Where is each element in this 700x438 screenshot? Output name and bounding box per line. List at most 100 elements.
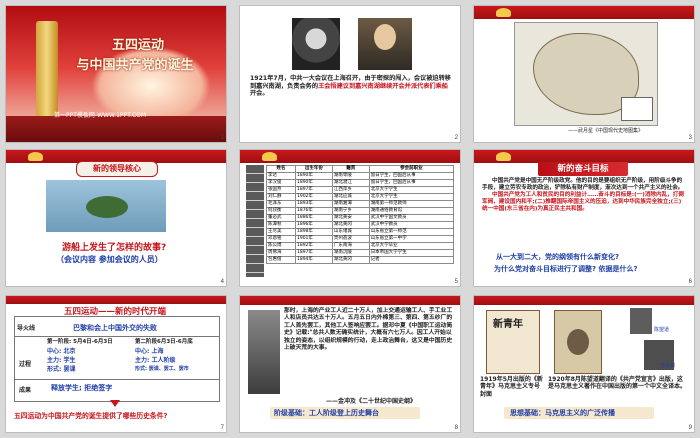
table-row: 周佛海 1897年 湖南沅陵 日本帝国大学学生: [266, 249, 455, 257]
table-cell: 何叔衡: [266, 207, 296, 215]
slide-thumbnail-8[interactable]: 那时，上海的产业工人近二十万人，加上交通运输工人、手工业工人和店员共达五十万人。…: [240, 296, 460, 432]
table-cell: 记者: [368, 256, 455, 264]
table-cell: 刘仁静: [266, 193, 296, 201]
slide-thumbnail-9[interactable]: 新青年 陈望道 李大钊 1919年5月出版的《新青年》马克思主义专号封面 192…: [474, 296, 694, 432]
party-emblem-icon: [496, 152, 511, 161]
slide-number: 5: [454, 279, 458, 285]
slide-number: 3: [688, 135, 692, 141]
stage2-header: 第二阶段6月3日-6月底: [135, 339, 193, 345]
stage2-main: 主力: 工人阶级: [135, 357, 176, 364]
table-cell: 邓恩铭: [266, 235, 296, 243]
manifesto-cover-image: [554, 310, 602, 374]
table-cell: 湖南通俗教育馆: [368, 207, 455, 215]
stage2-form: 形式: 罢课、罢工、罢市: [135, 366, 189, 372]
table-cell: 包惠僧: [266, 256, 296, 264]
question-text: 五四运动为中国共产党的诞生提供了哪些历史条件?: [14, 412, 168, 420]
table-cell: 1898年: [294, 228, 333, 236]
slide-thumbnail-4[interactable]: 新的领导核心 游船上发生了怎样的故事? （会议内容 参加会议的人员） 4: [6, 150, 226, 286]
stage1-header: 第一阶段: 5月4日-6月3日: [47, 339, 113, 345]
paragraph-part-b: 开会。: [250, 90, 269, 98]
photo-column: [246, 165, 264, 277]
slide-number: 2: [454, 135, 458, 141]
table-row: 董必武 1886年 湖北黄安 武汉中学国文教员: [266, 214, 455, 222]
slide-header-bar: [6, 296, 226, 304]
table-cell: 北京大学学生: [368, 186, 455, 194]
table-row: 何叔衡 1876年 湖南宁乡 湖南通俗教育馆: [266, 207, 455, 215]
table-cell: 李汉俊: [266, 179, 296, 187]
table-cell: 董必武: [266, 214, 296, 222]
caption-left: 1919年5月出版的《新青年》马克思主义专号封面: [480, 376, 543, 398]
stage2-column: 第二阶段6月3日-6月底 中心: 上海 主力: 工人阶级 形式: 罢课、罢工、罢…: [135, 338, 219, 374]
slide-1-title-line2: 与中国共产党的诞生: [76, 58, 194, 73]
table-header-cell: 姓名: [266, 165, 296, 173]
slide-thumbnail-2[interactable]: 1921年7月，中共一大会议在上海召开，由于密探的闯入，会议被迫转移到嘉兴南湖，…: [240, 6, 460, 142]
slide-thumbnail-5[interactable]: 姓名 出生年份 籍贯 参会前职业 李达 1890年 湖南零陵 留日学生，回国后从事 李…: [240, 150, 460, 286]
slide-number: 1: [220, 135, 224, 141]
table-row: 张国焘 1897年 江西萍乡 北京大学学生: [266, 186, 455, 194]
table-cell: 1892年: [294, 242, 333, 250]
table-cell: 李达: [266, 172, 296, 180]
stage1-column: 第一阶段: 5月4日-6月3日 中心: 北京 主力: 学生 形式: 罢课: [47, 338, 131, 374]
magazine-cover-title: 新青年: [493, 319, 523, 330]
table-row: 李汉俊 1890年 湖北潜江 留日学生，回国后从事: [266, 179, 455, 187]
row-divider: [15, 336, 219, 337]
slide-thumbnail-3[interactable]: ——武月星《中国现代史地图集》 3: [474, 6, 694, 142]
table-cell: 山东诸城: [331, 228, 370, 236]
table-row: 李达 1890年 湖南零陵 留日学生，回国后从事: [266, 172, 455, 180]
table-cell: 武汉中学国文教员: [368, 214, 455, 222]
table-cell: 周佛海: [266, 249, 296, 257]
portrait-face-right: [374, 24, 396, 50]
stage2-center: 中心: 上海: [135, 348, 164, 355]
table-header-cell: 籍贯: [331, 165, 370, 173]
map-caption: ——武月星《中国现代史地图集》: [568, 128, 644, 134]
slide-thumbnail-6[interactable]: 新的奋斗目标 中国共产党是中国无产阶级政党。他的目的是要组织无产阶级，用阶级斗争…: [474, 150, 694, 286]
row2-label: 过程: [19, 361, 32, 368]
table-cell: 1886年: [294, 214, 333, 222]
table-cell: 留日学生，回国后从事: [368, 179, 455, 187]
table-cell: 广东南海: [331, 242, 370, 250]
program-text-box: 中国共产党是中国无产阶级政党。他的目的是要组织无产阶级，用阶级斗争的手段，建立劳…: [482, 178, 686, 248]
party-emblem-icon: [496, 8, 511, 17]
portrait-photo-left: [292, 18, 340, 70]
delegates-table: 姓名 出生年份 籍贯 参会前职业 李达 1890年 湖南零陵 留日学生，回国后从事 李…: [266, 165, 455, 264]
table-cell: 贵州荔波: [331, 235, 370, 243]
table-cell: 陈潭秋: [266, 221, 296, 229]
slide-number: 6: [688, 279, 692, 285]
table-cell: 湖北黄冈: [331, 256, 370, 264]
table-cell: 1890年: [294, 179, 333, 187]
lake-photo: [46, 180, 166, 232]
source-citation: ——金冲及《二十世纪中国史纲》: [326, 398, 417, 405]
paragraph-highlight: 王会悟建议到嘉兴南湖继续开会并派代表们乘船: [318, 82, 448, 90]
program-paragraph-2: 中国共产党为工人和贫民的目的利益计……奋斗的目标是:(一)消除内乱，打倒军阀，建…: [482, 192, 684, 212]
table-cell: 北京大学学生: [368, 193, 455, 201]
question-1: 从一大到二大，党的纲领有什么新变化?: [496, 253, 620, 261]
stage1-form: 形式: 罢课: [47, 366, 76, 373]
question-hint: （会议内容 参加会议的人员）: [56, 255, 163, 264]
table-cell: 毛泽东: [266, 200, 296, 208]
program-paragraph-1: 中国共产党是中国无产阶级政党。他的目的是要组织无产阶级，用阶级斗争的手段，建立劳…: [482, 178, 684, 191]
table-row: 王尽美 1898年 山东诸城 山东省立第一师范: [266, 228, 455, 236]
portrait-chen: [630, 308, 652, 334]
down-arrow-icon: [110, 400, 120, 407]
table-cell: 1893年: [294, 200, 333, 208]
table-cell: 江西萍乡: [331, 186, 370, 194]
table-cell: 1902年: [294, 193, 333, 201]
table-header-cell: 参会前职业: [368, 165, 455, 173]
row3-value: 释放学生; 拒绝签字: [51, 384, 113, 392]
table-cell: 1896年: [294, 221, 333, 229]
party-emblem-icon: [262, 152, 277, 161]
question-text: 游船上发生了怎样的故事?: [62, 243, 167, 253]
table-row: 邓恩铭 1901年 贵州荔波 山东省立第一中学: [266, 235, 455, 243]
table-cell: 留日学生，回国后从事: [368, 172, 455, 180]
table-cell: 湖南宁乡: [331, 207, 370, 215]
table-header-cell: 出生年份: [294, 165, 333, 173]
slide-thumbnail-1[interactable]: 五四运动 与中国共产党的诞生 第一PPT模板网-WWW.1PPT.COM 1: [6, 6, 226, 142]
table-cell: 山东省立第一中学: [368, 235, 455, 243]
portrait-label-chen: 陈望道: [654, 327, 670, 333]
table-row: 刘仁静 1902年 湖北应城 北京大学学生: [266, 193, 455, 201]
island-shape: [86, 196, 128, 218]
stage1-center: 中心: 北京: [47, 348, 76, 355]
table-cell: 北京大学毕业: [368, 242, 455, 250]
slide-thumbnail-7[interactable]: 五四运动——新的时代开端 导火线 巴黎和会上中国外交的失败 过程 第一阶段: 5…: [6, 296, 226, 432]
ppt-link[interactable]: 第一PPT模板网-WWW.1PPT.COM: [54, 110, 146, 119]
